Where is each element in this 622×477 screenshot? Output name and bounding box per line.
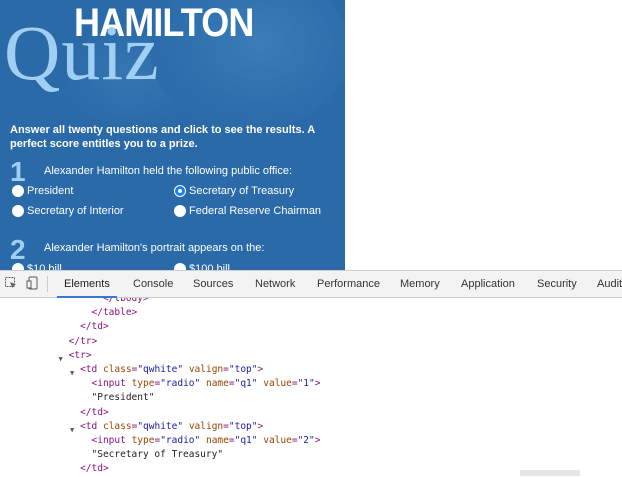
dom-token-attr: valign (188, 420, 224, 432)
horizontal-scrollbar[interactable] (520, 470, 580, 476)
option-label: $10 bill (27, 263, 62, 270)
dom-token-tag: <tr> (68, 349, 92, 361)
dom-token-attr: class (102, 364, 132, 375)
elements-dom-tree[interactable]: </tbody> </table> </td> </tr> ▼ <tr> ▼ <td clas… (0, 298, 622, 477)
intro-text: Answer all twenty questions and click to… (10, 124, 315, 150)
dom-line[interactable]: </td> (80, 406, 109, 420)
dom-token-tag: <input (91, 378, 132, 390)
dom-line[interactable]: <tr> (69, 349, 92, 363)
dom-token-attr: type (131, 435, 155, 446)
q1-option-secretary-of-interior[interactable]: Secretary of Interior (12, 204, 124, 218)
expand-triangle-icon[interactable]: ▼ (68, 366, 76, 380)
dom-token-tag: </tr> (68, 335, 98, 347)
radio-button[interactable] (12, 205, 24, 217)
dom-line[interactable]: <input type="radio" name="q1" value="1"> (92, 377, 321, 391)
dom-token-val: "radio" (160, 378, 201, 390)
device-toolbar-icon[interactable] (26, 276, 40, 290)
dom-token-txt: "Secretary of Treasury" (91, 449, 224, 461)
question-1-number: 1 (10, 156, 26, 187)
inspect-element-icon[interactable] (4, 276, 18, 290)
expand-triangle-icon[interactable]: ▼ (57, 352, 65, 366)
devtools-panel: Elements Console Sources Network Performance… (0, 270, 622, 477)
dom-token-tag: </table> (91, 307, 138, 319)
radio-button[interactable] (12, 263, 24, 270)
question-1-text: Alexander Hamilton held the following pu… (44, 165, 293, 177)
dom-line[interactable]: </tr> (69, 335, 98, 349)
dom-token-tag: </tbody> (102, 298, 149, 304)
option-label: Secretary of Interior (27, 205, 124, 217)
dom-token-attr: value (263, 378, 292, 390)
dom-line[interactable]: "President" (92, 391, 155, 405)
question-2-number: 2 (10, 234, 26, 265)
dom-token-tag: </td> (80, 321, 109, 333)
tab-elements[interactable]: Elements (57, 271, 117, 298)
option-label: President (27, 185, 74, 197)
dom-token-tag: > (314, 435, 321, 446)
dom-line[interactable]: </td> (80, 320, 109, 334)
dom-line[interactable]: <td class="qwhite" valign="top"> (80, 420, 263, 434)
dom-line[interactable]: </table> (92, 306, 138, 320)
dom-token-val: "top" (228, 420, 258, 432)
quiz-panel: HAMILTON Quiz Answer all twenty question… (0, 0, 345, 270)
radio-button-checked[interactable] (174, 185, 186, 197)
radio-button[interactable] (174, 263, 186, 270)
dom-token-val: "qwhite" (137, 364, 184, 375)
dom-token-attr: value (263, 435, 292, 446)
expand-triangle-icon[interactable]: ▼ (68, 423, 76, 437)
dom-token-val: "q1" (234, 378, 258, 390)
dom-token-val: "qwhite" (137, 420, 184, 432)
dom-token-val: "top" (228, 364, 258, 375)
dom-token-attr: name (205, 435, 229, 446)
dom-token-val: "1" (297, 378, 315, 390)
tab-network[interactable]: Network (248, 271, 302, 297)
dom-token-val: "2" (297, 435, 315, 446)
dom-token-tag: <td (80, 364, 103, 375)
dom-token-tag: </td> (80, 406, 109, 418)
q2-option-10-bill[interactable]: $10 bill (12, 262, 62, 270)
dom-token-val: "q1" (234, 435, 258, 446)
radio-button[interactable] (174, 205, 186, 217)
dom-token-attr: valign (188, 364, 224, 375)
q1-option-federal-reserve-chairman[interactable]: Federal Reserve Chairman (174, 204, 321, 218)
dom-token-attr: class (102, 420, 132, 432)
dom-token-tag: <input (91, 435, 132, 446)
tab-memory[interactable]: Memory (393, 271, 447, 297)
dom-token-tag: <td (80, 420, 103, 432)
dom-token-attr: name (205, 378, 229, 390)
dom-token-tag: > (257, 364, 264, 375)
q1-option-secretary-of-treasury[interactable]: Secretary of Treasury (174, 184, 294, 198)
tab-application[interactable]: Application (454, 271, 522, 297)
dom-line[interactable]: "Secretary of Treasury" (92, 448, 224, 462)
q2-option-100-bill[interactable]: $100 bill (174, 262, 230, 270)
tab-audits[interactable]: Audits (590, 271, 622, 297)
toolbar-divider (47, 276, 48, 292)
radio-button[interactable] (12, 185, 24, 197)
option-label: Secretary of Treasury (189, 185, 295, 197)
option-label: $100 bill (189, 263, 230, 270)
page-viewport: HAMILTON Quiz Answer all twenty question… (0, 0, 622, 270)
dom-line[interactable]: <input type="radio" name="q1" value="2"> (92, 434, 321, 448)
q1-option-president[interactable]: President (12, 184, 73, 198)
question-2-text: Alexander Hamilton's portrait appears on… (44, 242, 265, 254)
dom-token-tag: </td> (80, 463, 109, 475)
dom-token-tag: > (257, 420, 264, 432)
dom-line[interactable]: <td class="qwhite" valign="top"> (80, 363, 263, 377)
tab-security[interactable]: Security (530, 271, 584, 297)
dom-line[interactable]: </td> (80, 462, 109, 476)
dom-token-txt: "President" (91, 392, 155, 404)
title-quiz: Quiz (4, 9, 160, 96)
dom-token-val: "radio" (160, 435, 201, 446)
dom-token-tag: > (314, 378, 321, 390)
dom-token-attr: type (131, 378, 155, 390)
tab-sources[interactable]: Sources (186, 271, 240, 297)
devtools-toolbar: Elements Console Sources Network Performance… (0, 271, 622, 298)
tab-performance[interactable]: Performance (310, 271, 387, 297)
dom-line[interactable]: </tbody> (103, 298, 149, 306)
option-label: Federal Reserve Chairman (189, 205, 322, 217)
tab-console[interactable]: Console (126, 271, 180, 297)
